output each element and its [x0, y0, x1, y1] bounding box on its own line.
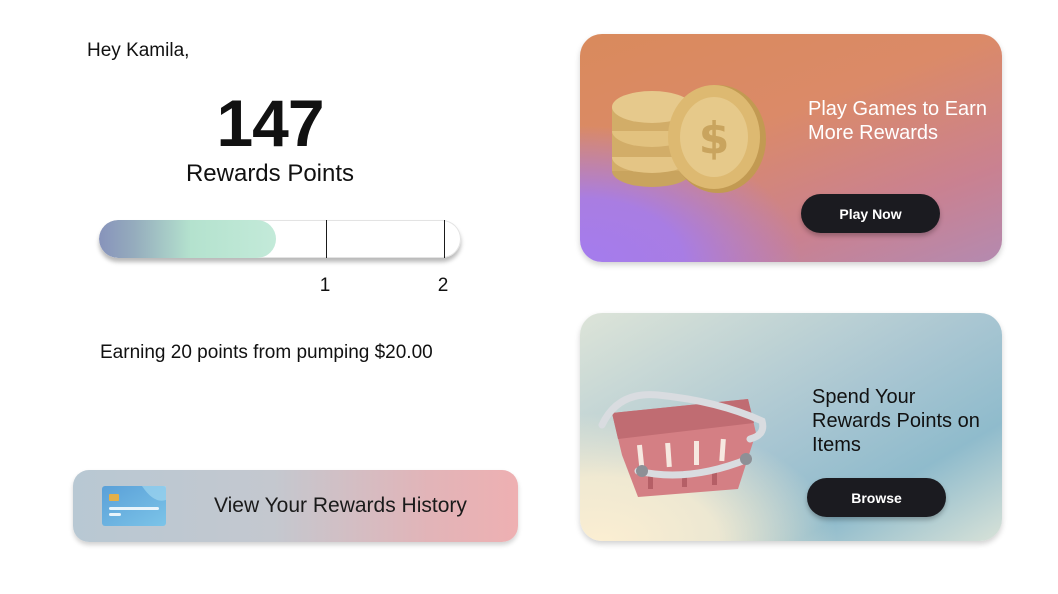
spend-rewards-title: Spend Your Rewards Points on Items [812, 386, 980, 456]
browse-button[interactable]: Browse [807, 478, 946, 517]
progress-tick-label-2: 2 [437, 275, 449, 296]
points-label: Rewards Points [185, 160, 355, 187]
rewards-progress-bar [99, 220, 461, 258]
spend-rewards-card: Spend Your Rewards Points on Items Brows… [580, 313, 1002, 541]
play-games-title: Play Games to Earn More Rewards [808, 98, 987, 144]
credit-card-icon [102, 486, 166, 526]
view-rewards-history-button[interactable]: View Your Rewards History [73, 470, 518, 542]
rewards-progress-fill [99, 220, 277, 258]
points-value: 147 [216, 86, 324, 160]
progress-tick-1 [326, 220, 327, 258]
earning-text: Earning 20 points from pumping $20.00 [100, 342, 433, 363]
coins-icon: $ [612, 85, 766, 193]
play-games-card: $ Play Games to Earn More Rewards Play N… [580, 34, 1002, 262]
greeting: Hey Kamila, [87, 40, 190, 61]
view-rewards-history-label: View Your Rewards History [214, 494, 467, 517]
progress-tick-label-1: 1 [319, 275, 331, 296]
progress-tick-2 [444, 220, 445, 258]
shopping-basket-icon [598, 391, 767, 497]
svg-text:$: $ [699, 113, 730, 164]
play-now-button[interactable]: Play Now [801, 194, 940, 233]
